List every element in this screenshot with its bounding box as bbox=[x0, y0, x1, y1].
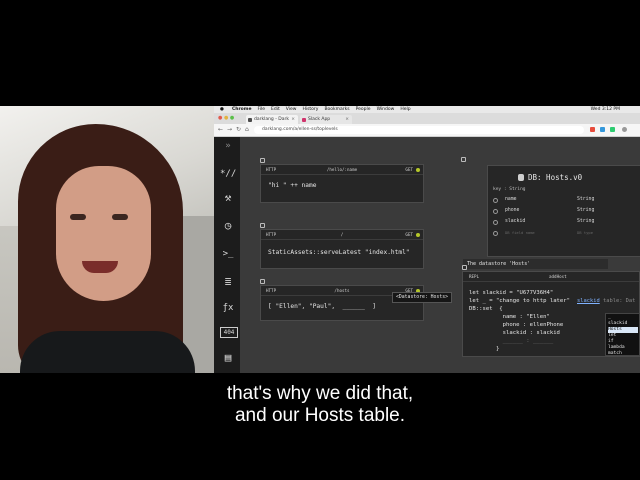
presenter-eye bbox=[70, 214, 86, 220]
status-dot-icon bbox=[416, 233, 420, 237]
db-new-field-row[interactable]: DB field name DB type bbox=[493, 230, 640, 238]
field-bullet-icon bbox=[493, 231, 498, 236]
handler-body[interactable]: StaticAssets::serveLatest "index.html" bbox=[268, 249, 410, 256]
favicon-icon bbox=[248, 118, 252, 122]
db-field-row[interactable]: slackid String bbox=[493, 219, 640, 227]
lock-icon[interactable] bbox=[260, 279, 265, 284]
code-line[interactable]: DB::set { bbox=[469, 306, 503, 312]
code-line[interactable]: } bbox=[469, 346, 499, 352]
presenter-eye bbox=[112, 214, 128, 220]
handler-route[interactable]: /hello/:name bbox=[261, 165, 423, 174]
close-icon[interactable]: × bbox=[345, 115, 349, 124]
cron-icon[interactable]: ◷ bbox=[220, 219, 236, 233]
handler-body[interactable]: [ "Ellen", "Paul", ______ ] bbox=[268, 303, 376, 310]
autocomplete-input[interactable]: slackid table: Dat bbox=[577, 298, 635, 304]
lock-icon[interactable] bbox=[260, 158, 265, 163]
tools-icon[interactable]: ⚒ bbox=[220, 191, 236, 205]
code-line[interactable]: let _ = "change to http later" bbox=[469, 298, 570, 304]
webcam-video bbox=[0, 106, 214, 373]
collapse-icon[interactable]: » bbox=[220, 139, 236, 153]
favicon-icon bbox=[302, 118, 306, 122]
presenter-shirt bbox=[20, 331, 195, 373]
field-bullet-icon bbox=[493, 220, 498, 225]
lock-icon[interactable] bbox=[260, 223, 265, 228]
datastore-tooltip: The datastore 'Hosts' bbox=[463, 259, 608, 269]
close-icon[interactable]: × bbox=[291, 115, 295, 124]
http-handler[interactable]: HTTP /hosts GET [ "Ellen", "Paul", _____… bbox=[260, 285, 424, 321]
window-controls[interactable]: ● ● ● bbox=[218, 116, 234, 121]
extension-icon[interactable] bbox=[590, 127, 595, 132]
menu-item[interactable]: File bbox=[258, 107, 266, 112]
extension-icon[interactable] bbox=[600, 127, 605, 132]
database-icon[interactable]: ≣ bbox=[220, 275, 236, 289]
browser-toolbar: ← → ↻ ⌂ darklang.com/a/ellen-ss/toplevel… bbox=[214, 124, 640, 137]
database-icon bbox=[518, 174, 524, 181]
url-bar[interactable]: darklang.com/a/ellen-ss/toplevels bbox=[254, 126, 584, 134]
screen-share: ● Chrome File Edit View History Bookmarks Peopl… bbox=[214, 106, 640, 373]
forward-icon[interactable]: → bbox=[227, 126, 232, 134]
browser-tab[interactable]: Slack App × bbox=[300, 115, 352, 124]
database-table[interactable]: DB: Hosts.v0 key : String name String ph… bbox=[487, 165, 640, 257]
db-title: DB: Hosts.v0 bbox=[528, 173, 583, 182]
subtitle-line: and our Hosts table. bbox=[234, 405, 406, 426]
function-icon[interactable]: ƒx bbox=[220, 301, 236, 315]
repl-name[interactable]: addHost bbox=[549, 272, 567, 281]
db-field-row[interactable]: phone String bbox=[493, 208, 640, 216]
mac-menubar: ● Chrome File Edit View History Bookmarks Peopl… bbox=[214, 106, 640, 113]
status-dot-icon bbox=[416, 168, 420, 172]
menu-item[interactable]: View bbox=[286, 107, 297, 112]
menu-item[interactable]: Bookmarks bbox=[324, 107, 349, 112]
browser-tabbar: ● ● ● darklang - Dark × Slack App × bbox=[214, 113, 640, 124]
autocomplete-item[interactable]: match bbox=[608, 351, 638, 357]
code-line[interactable]: phone : ellenPhone bbox=[469, 322, 564, 328]
presenter-face bbox=[56, 166, 151, 301]
subtitle-line: that's why we did that, bbox=[226, 383, 414, 404]
lock-icon[interactable] bbox=[462, 265, 467, 270]
code-line[interactable]: name : "Ellen" bbox=[469, 314, 550, 320]
menu-item[interactable]: Window bbox=[377, 107, 395, 112]
field-bullet-icon bbox=[493, 209, 498, 214]
reload-icon[interactable]: ↻ bbox=[236, 126, 241, 134]
menu-item[interactable]: People bbox=[356, 107, 371, 112]
handler-route[interactable]: / bbox=[261, 230, 423, 239]
docs-icon[interactable]: ▤ bbox=[220, 351, 236, 365]
repl-icon[interactable]: >_ bbox=[220, 247, 236, 261]
menu-item[interactable]: Edit bbox=[271, 107, 280, 112]
code-line[interactable]: let slackid = "U677V36H4" bbox=[469, 290, 553, 296]
http-handler[interactable]: HTTP /hello/:name GET "hi " ++ name bbox=[260, 164, 424, 203]
handler-header: HTTP / GET bbox=[261, 230, 423, 240]
menu-item[interactable]: Help bbox=[400, 107, 410, 112]
editor-canvas[interactable]: HTTP /hello/:name GET "hi " ++ name HTTP… bbox=[240, 137, 640, 373]
code-line[interactable]: slackid : slackid bbox=[469, 330, 560, 336]
field-bullet-icon bbox=[493, 198, 498, 203]
menu-item[interactable]: History bbox=[302, 107, 318, 112]
menu-item[interactable]: Chrome bbox=[232, 107, 252, 112]
db-key-header: key : String bbox=[493, 187, 526, 192]
browser-tab[interactable]: darklang - Dark × bbox=[246, 115, 298, 124]
apple-icon[interactable]: ● bbox=[220, 107, 224, 112]
404-icon[interactable]: 404 bbox=[220, 327, 238, 338]
dark-sidebar: » *// ⚒ ◷ >_ ≣ ƒx 404 ▤ bbox=[214, 137, 240, 373]
extension-icon[interactable] bbox=[610, 127, 615, 132]
home-icon[interactable]: ⌂ bbox=[245, 126, 249, 134]
back-icon[interactable]: ← bbox=[218, 126, 223, 134]
handler-body[interactable]: "hi " ++ name bbox=[268, 182, 316, 189]
lock-icon[interactable] bbox=[461, 157, 466, 162]
handler-header: HTTP /hello/:name GET bbox=[261, 165, 423, 175]
autocomplete-menu[interactable]: _ slackid Hosts let if lambda match bbox=[605, 313, 640, 356]
routing-icon[interactable]: *// bbox=[220, 167, 236, 181]
code-line[interactable]: ______ : ______ bbox=[469, 338, 554, 344]
repl-header: REPL addHost bbox=[463, 272, 639, 282]
profile-icon[interactable] bbox=[622, 127, 627, 132]
http-handler[interactable]: HTTP / GET StaticAssets::serveLatest "in… bbox=[260, 229, 424, 269]
menubar-clock: Wed 3:12 PM bbox=[590, 107, 620, 112]
datastore-badge: <Datastore: Hosts> bbox=[392, 292, 452, 303]
db-field-row[interactable]: name String bbox=[493, 197, 640, 205]
